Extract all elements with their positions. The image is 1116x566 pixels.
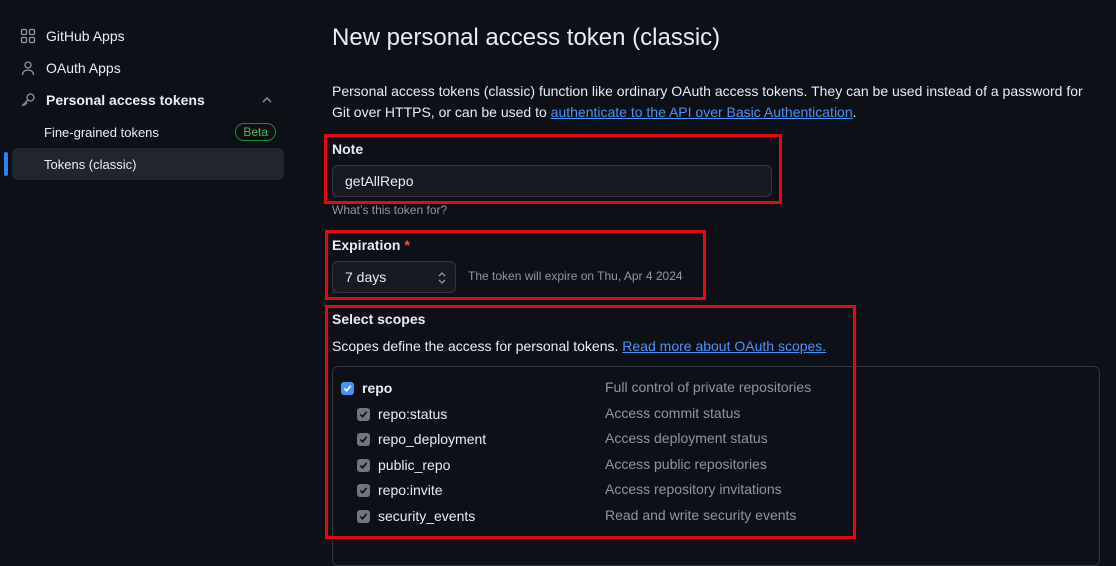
- settings-sidebar: GitHub Apps OAuth Apps Personal access t…: [0, 0, 300, 547]
- basic-auth-link[interactable]: authenticate to the API over Basic Authe…: [551, 104, 853, 120]
- checkbox-checked-icon[interactable]: [357, 407, 370, 421]
- scopes-description-text: Scopes define the access for personal to…: [332, 338, 619, 354]
- expiration-label-text: Expiration: [332, 237, 401, 253]
- note-hint: What’s this token for?: [332, 203, 448, 217]
- sidebar-item-fine-grained-tokens[interactable]: Fine-grained tokens Beta: [12, 116, 284, 148]
- scopes-list: repo Full control of private repositorie…: [332, 366, 1100, 566]
- checkbox-checked-icon[interactable]: [357, 483, 370, 497]
- scope-name: repo:status: [378, 406, 448, 422]
- sidebar-item-github-apps[interactable]: GitHub Apps: [12, 20, 284, 52]
- person-icon: [20, 60, 36, 76]
- scope-desc: Access public repositories: [605, 456, 767, 472]
- sidebar-item-label: Fine-grained tokens: [44, 124, 159, 140]
- scope-row-public-repo[interactable]: public_repo: [357, 455, 450, 475]
- scope-row-security-events[interactable]: security_events: [357, 506, 475, 526]
- expiration-value: 7 days: [345, 269, 387, 285]
- scopes-label: Select scopes: [332, 311, 426, 327]
- scope-name: repo_deployment: [378, 431, 487, 447]
- checkbox-checked-icon[interactable]: [357, 432, 370, 446]
- scope-row-repo-invite[interactable]: repo:invite: [357, 480, 443, 500]
- intro-end: .: [852, 104, 857, 120]
- checkbox-checked-icon[interactable]: [357, 458, 370, 472]
- scope-name: repo:invite: [378, 482, 443, 498]
- note-label: Note: [332, 141, 364, 157]
- page-title: New personal access token (classic): [332, 24, 721, 51]
- sidebar-item-label: Personal access tokens: [46, 92, 205, 108]
- scope-name: repo: [362, 380, 393, 396]
- sidebar-item-label: Tokens (classic): [44, 156, 137, 172]
- scope-name: public_repo: [378, 457, 451, 473]
- apps-grid-icon: [20, 28, 36, 44]
- sidebar-item-tokens-classic[interactable]: Tokens (classic): [12, 148, 284, 180]
- expiration-hint: The token will expire on Thu, Apr 4 2024: [468, 269, 683, 283]
- note-value: getAllRepo: [345, 173, 414, 189]
- scope-desc: Access repository invitations: [605, 481, 782, 497]
- scope-name: security_events: [378, 508, 476, 524]
- sidebar-item-label: GitHub Apps: [46, 28, 125, 44]
- scope-row-repo[interactable]: repo: [341, 378, 392, 398]
- chevron-up-icon[interactable]: [260, 93, 274, 107]
- scopes-description: Scopes define the access for personal to…: [332, 338, 826, 354]
- expiration-select[interactable]: 7 days: [332, 261, 456, 293]
- intro-paragraph: Personal access tokens (classic) functio…: [332, 81, 1102, 123]
- sidebar-item-oauth-apps[interactable]: OAuth Apps: [12, 52, 284, 84]
- scope-row-repo-status[interactable]: repo:status: [357, 404, 447, 424]
- sidebar-item-personal-access-tokens[interactable]: Personal access tokens: [12, 84, 284, 116]
- note-input[interactable]: getAllRepo: [332, 165, 772, 197]
- scope-row-repo-deployment[interactable]: repo_deployment: [357, 429, 486, 449]
- scope-desc: Full control of private repositories: [605, 379, 812, 395]
- sidebar-item-label: OAuth Apps: [46, 60, 121, 76]
- checkbox-checked-icon[interactable]: [341, 381, 354, 395]
- key-icon: [20, 92, 36, 108]
- scope-desc: Read and write security events: [605, 507, 797, 523]
- scope-desc: Access commit status: [605, 405, 741, 421]
- required-mark: *: [404, 237, 410, 253]
- select-arrows-icon: [438, 272, 446, 284]
- oauth-scopes-link[interactable]: Read more about OAuth scopes.: [622, 338, 826, 354]
- active-indicator: [4, 152, 8, 176]
- beta-badge: Beta: [235, 123, 276, 141]
- checkbox-checked-icon[interactable]: [357, 509, 370, 523]
- main-content: New personal access token (classic) Pers…: [332, 0, 1116, 566]
- expiration-label: Expiration *: [332, 237, 410, 253]
- scope-desc: Access deployment status: [605, 430, 768, 446]
